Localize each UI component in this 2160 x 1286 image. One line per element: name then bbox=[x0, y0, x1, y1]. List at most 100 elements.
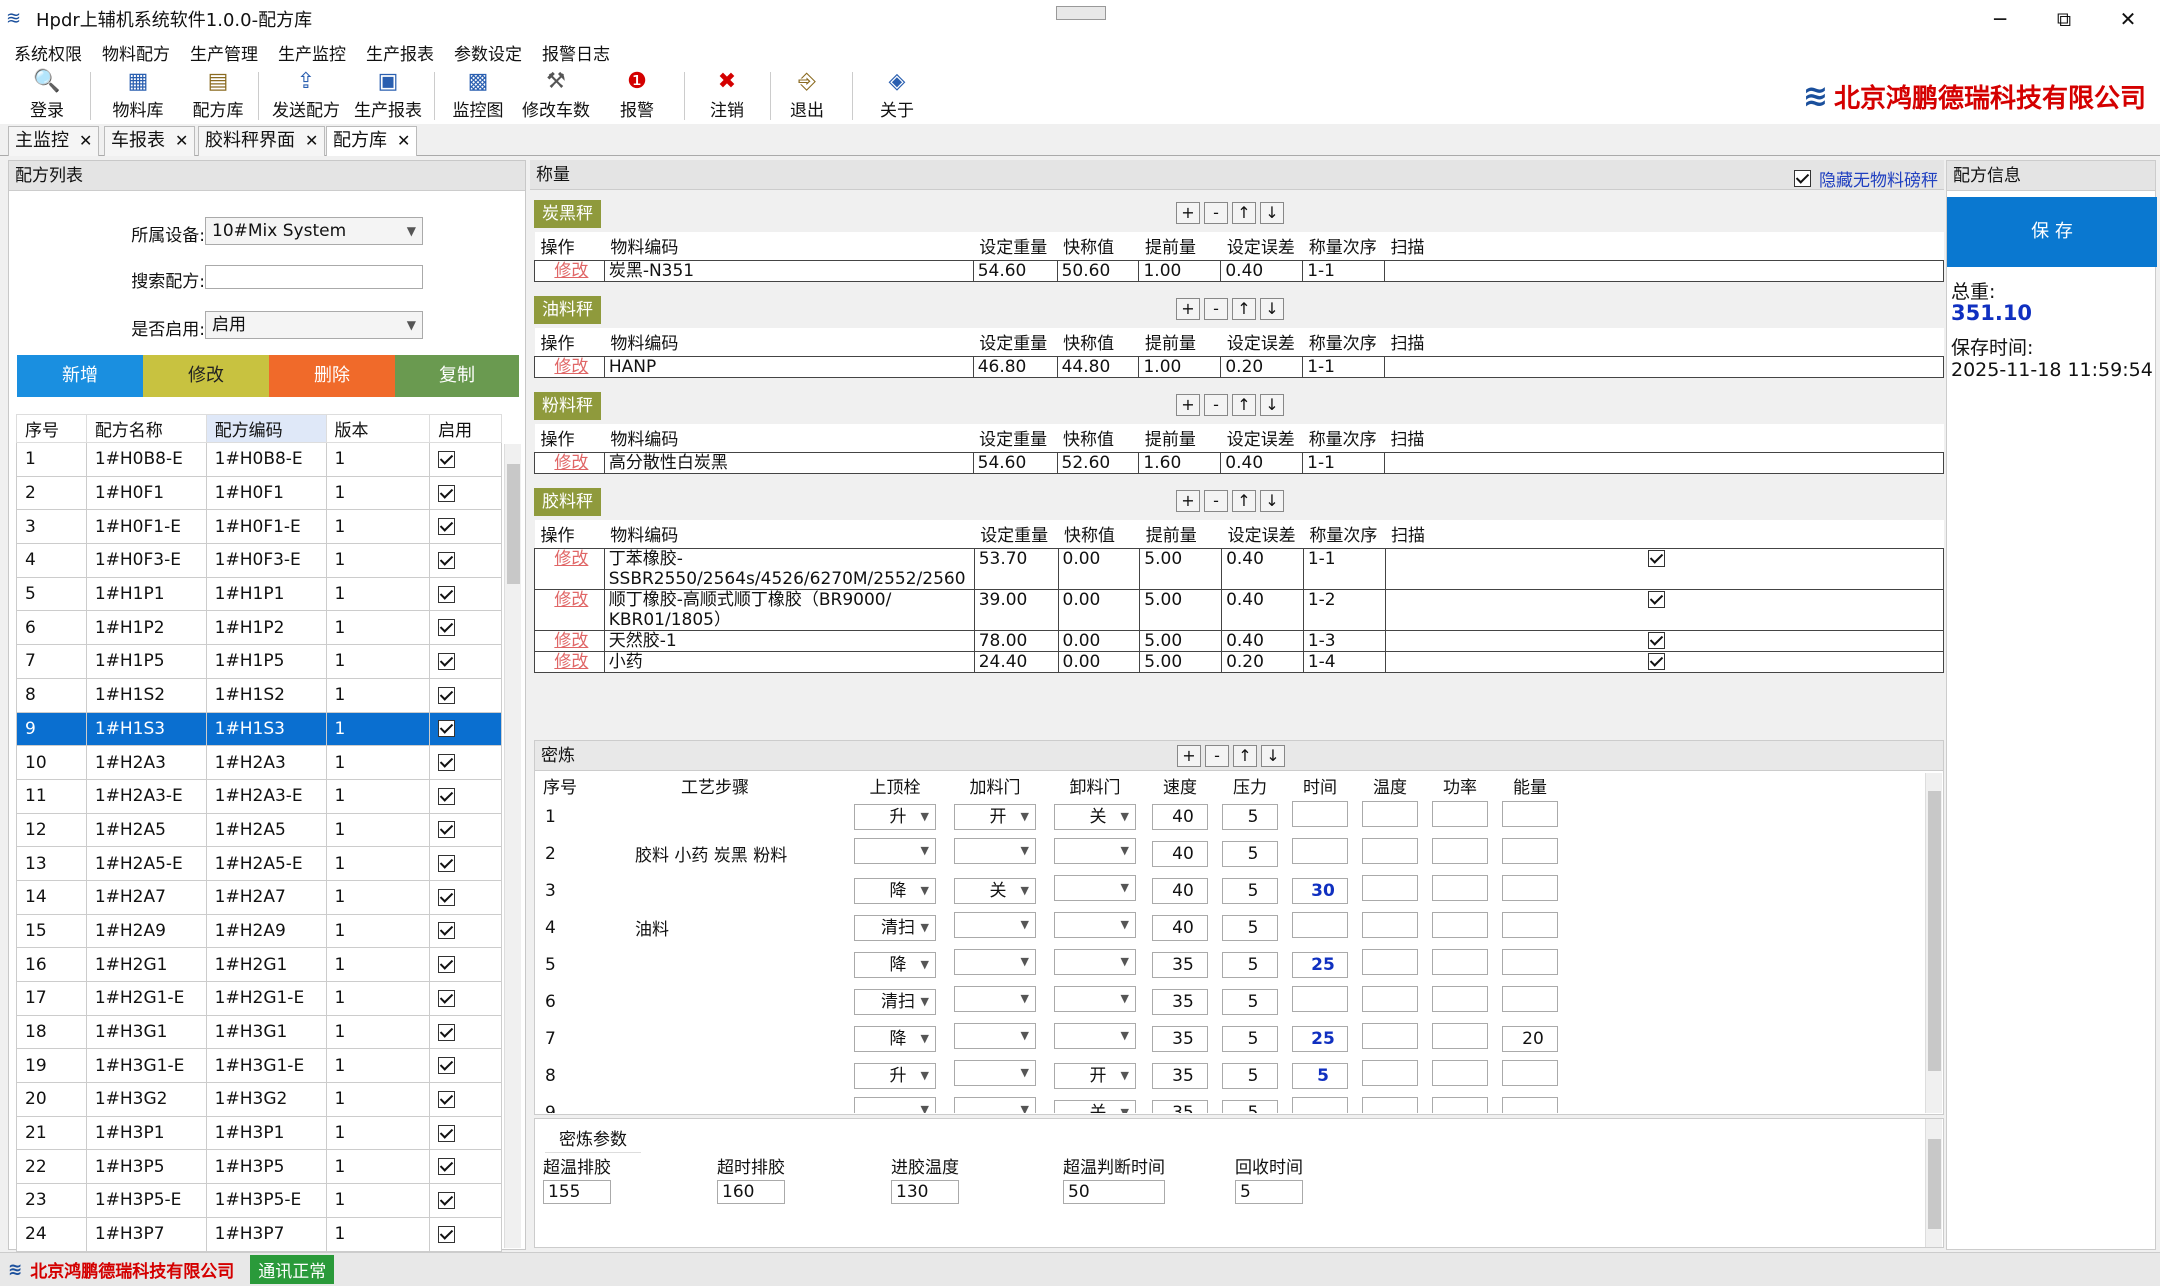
param-feed-temp-input[interactable]: 130 bbox=[891, 1180, 959, 1204]
step-input[interactable] bbox=[1292, 838, 1348, 864]
step-input[interactable] bbox=[1362, 1097, 1418, 1113]
step-dropdown[interactable]: 清扫 ▼ bbox=[854, 988, 936, 1015]
enabled-select[interactable]: 启用 ▼ bbox=[205, 311, 423, 339]
table-row[interactable]: 14 1#H2A7 1#H2A7 1 bbox=[16, 879, 502, 915]
minimize-button[interactable]: ─ bbox=[1968, 0, 2032, 38]
add-button[interactable]: 新增 bbox=[17, 355, 143, 397]
step-input[interactable]: 40 bbox=[1152, 877, 1208, 904]
table-row[interactable]: 6 1#H1P2 1#H1P2 1 bbox=[16, 610, 502, 646]
edit-link[interactable]: 修改 bbox=[534, 547, 605, 590]
step-input[interactable] bbox=[1432, 838, 1488, 864]
table-row[interactable]: 9 1#H1S3 1#H1S3 1 bbox=[16, 711, 502, 747]
step-input[interactable]: 5 bbox=[1222, 803, 1278, 830]
material-lib-button[interactable]: ▦ 物料库 bbox=[108, 66, 168, 124]
step-dropdown[interactable]: 升 ▼ bbox=[854, 803, 936, 830]
table-row[interactable]: 20 1#H3G2 1#H3G2 1 bbox=[16, 1082, 502, 1117]
step-input[interactable]: 5 bbox=[1222, 1062, 1278, 1089]
enabled-checkbox[interactable] bbox=[438, 720, 456, 738]
close-icon[interactable]: ✕ bbox=[397, 131, 410, 150]
step-input[interactable]: 35 bbox=[1152, 988, 1208, 1015]
col-header[interactable]: 序号 bbox=[16, 414, 87, 443]
table-row[interactable]: 21 1#H3P1 1#H3P1 1 bbox=[16, 1115, 502, 1151]
remove-row-button[interactable]: - bbox=[1205, 745, 1229, 767]
move-up-button[interactable]: ↑ bbox=[1232, 298, 1256, 320]
enabled-checkbox[interactable] bbox=[438, 1090, 456, 1108]
step-dropdown[interactable]: ▼ bbox=[854, 1097, 936, 1113]
edit-link[interactable]: 修改 bbox=[534, 629, 605, 652]
alarm-button[interactable]: ❶ 报警 bbox=[614, 66, 660, 124]
edit-link[interactable]: 修改 bbox=[534, 451, 605, 474]
step-dropdown[interactable]: 关 ▼ bbox=[1054, 1099, 1136, 1113]
recipe-list-scrollbar[interactable] bbox=[504, 444, 521, 1248]
close-icon[interactable]: ✕ bbox=[175, 131, 188, 150]
tab-main-monitor[interactable]: 主监控 ✕ bbox=[8, 126, 100, 156]
step-input[interactable]: 5 bbox=[1222, 877, 1278, 904]
step-input[interactable] bbox=[1502, 986, 1558, 1012]
login-button[interactable]: 🔍 登录 bbox=[24, 66, 70, 124]
remove-row-button[interactable]: - bbox=[1204, 202, 1228, 224]
step-input[interactable]: 25 bbox=[1292, 951, 1348, 978]
step-dropdown[interactable]: ▼ bbox=[1054, 986, 1136, 1012]
step-input[interactable]: 5 bbox=[1222, 914, 1278, 941]
step-dropdown[interactable]: ▼ bbox=[1054, 875, 1136, 901]
scroll-thumb[interactable] bbox=[1928, 1139, 1941, 1229]
step-input[interactable] bbox=[1502, 801, 1558, 827]
step-input[interactable]: 35 bbox=[1152, 951, 1208, 978]
step-dropdown[interactable]: ▼ bbox=[1054, 838, 1136, 864]
table-row[interactable]: 19 1#H3G1-E 1#H3G1-E 1 bbox=[16, 1048, 502, 1084]
step-input[interactable]: 5 bbox=[1222, 951, 1278, 978]
enabled-checkbox[interactable] bbox=[438, 855, 456, 873]
scroll-thumb[interactable] bbox=[507, 464, 520, 584]
scroll-thumb[interactable] bbox=[1928, 791, 1941, 1071]
table-row[interactable]: 13 1#H2A5-E 1#H2A5-E 1 bbox=[16, 846, 502, 881]
remove-row-button[interactable]: - bbox=[1204, 298, 1228, 320]
step-dropdown[interactable]: ▼ bbox=[1054, 912, 1136, 938]
enabled-checkbox[interactable] bbox=[438, 989, 456, 1007]
enabled-checkbox[interactable] bbox=[438, 686, 456, 704]
col-header[interactable]: 版本 bbox=[325, 414, 431, 443]
enabled-checkbox[interactable] bbox=[438, 551, 456, 569]
table-row[interactable]: 2 1#H0F1 1#H0F1 1 bbox=[16, 475, 502, 511]
search-input[interactable] bbox=[205, 265, 423, 289]
move-up-button[interactable]: ↑ bbox=[1232, 490, 1256, 512]
step-input[interactable]: 5 bbox=[1222, 1025, 1278, 1052]
scan-checkbox[interactable] bbox=[1647, 632, 1665, 649]
maximize-button[interactable]: ⧉ bbox=[2032, 0, 2096, 38]
step-input[interactable] bbox=[1432, 801, 1488, 827]
step-input[interactable] bbox=[1432, 912, 1488, 938]
enabled-checkbox[interactable] bbox=[438, 585, 456, 603]
col-header[interactable]: 配方名称 bbox=[85, 414, 207, 443]
scan-checkbox[interactable] bbox=[1647, 653, 1665, 670]
edit-link[interactable]: 修改 bbox=[534, 588, 605, 631]
menu-params[interactable]: 参数设定 bbox=[454, 40, 522, 65]
step-dropdown[interactable]: 关 ▼ bbox=[1054, 803, 1136, 830]
params-scrollbar[interactable] bbox=[1925, 1119, 1942, 1247]
enabled-checkbox[interactable] bbox=[438, 1057, 456, 1075]
table-row[interactable]: 1 1#H0B8-E 1#H0B8-E 1 bbox=[16, 442, 502, 477]
step-dropdown[interactable]: ▼ bbox=[954, 912, 1036, 938]
step-input[interactable] bbox=[1362, 1060, 1418, 1086]
move-down-button[interactable]: ↓ bbox=[1260, 202, 1284, 224]
modify-count-button[interactable]: ⚒ 修改车数 bbox=[518, 66, 594, 124]
table-row[interactable]: 15 1#H2A9 1#H2A9 1 bbox=[16, 913, 502, 949]
move-down-button[interactable]: ↓ bbox=[1260, 490, 1284, 512]
enabled-checkbox[interactable] bbox=[438, 754, 456, 772]
step-input[interactable]: 40 bbox=[1152, 840, 1208, 867]
step-dropdown[interactable]: 开 ▼ bbox=[1054, 1062, 1136, 1089]
table-row[interactable]: 23 1#H3P5-E 1#H3P5-E 1 bbox=[16, 1183, 502, 1218]
step-input[interactable] bbox=[1432, 875, 1488, 901]
recipe-lib-button[interactable]: ▤ 配方库 bbox=[188, 66, 248, 124]
step-input[interactable] bbox=[1362, 838, 1418, 864]
step-dropdown[interactable]: 降 ▼ bbox=[854, 951, 936, 978]
param-overtemp-input[interactable]: 155 bbox=[543, 1180, 611, 1204]
close-icon[interactable]: ✕ bbox=[79, 131, 92, 150]
enabled-checkbox[interactable] bbox=[438, 888, 456, 906]
table-row[interactable]: 11 1#H2A3-E 1#H2A3-E 1 bbox=[16, 778, 502, 814]
enabled-checkbox[interactable] bbox=[438, 1124, 456, 1142]
step-input[interactable] bbox=[1502, 949, 1558, 975]
step-input[interactable] bbox=[1362, 949, 1418, 975]
step-input[interactable] bbox=[1362, 986, 1418, 1012]
enabled-checkbox[interactable] bbox=[438, 450, 456, 468]
enabled-checkbox[interactable] bbox=[438, 922, 456, 940]
hide-empty-toggle[interactable]: 隐藏无物料磅秤 bbox=[1794, 166, 1938, 191]
